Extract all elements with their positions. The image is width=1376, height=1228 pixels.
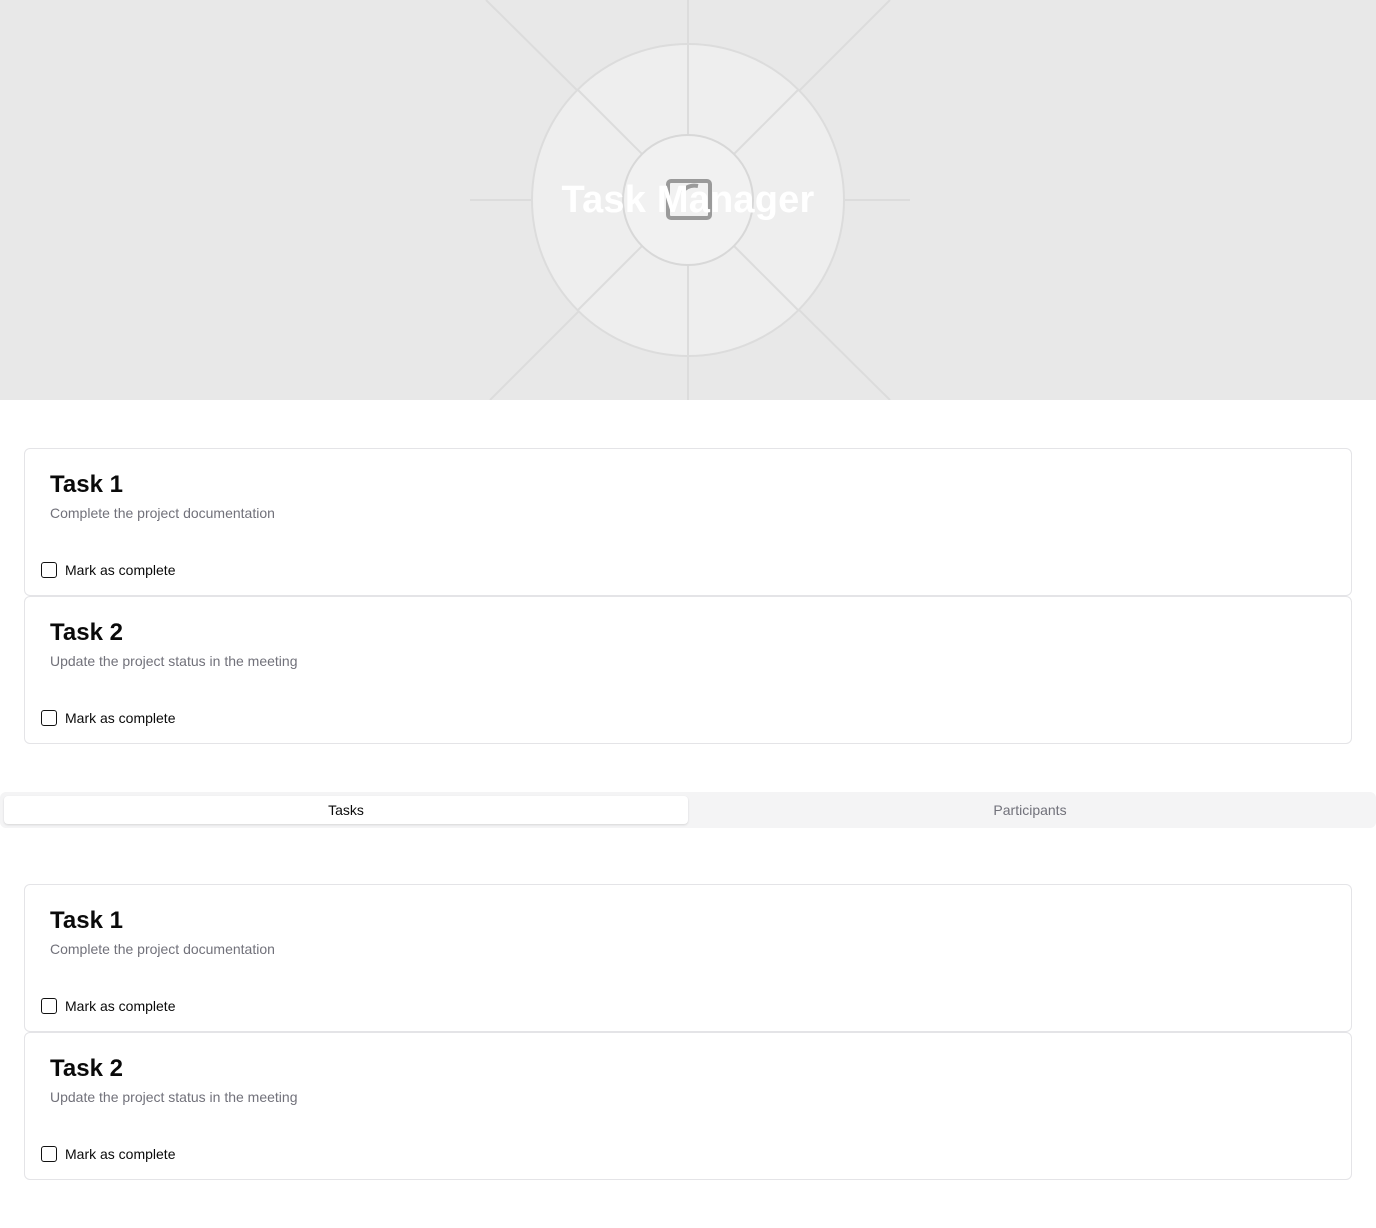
task-description: Update the project status in the meeting	[50, 1089, 298, 1105]
task-title: Task 2	[50, 619, 123, 646]
mark-complete-control[interactable]: Mark as complete	[41, 709, 175, 727]
task-description: Update the project status in the meeting	[50, 653, 298, 669]
complete-checkbox[interactable]	[41, 562, 57, 578]
task-card: Task 2 Update the project status in the …	[24, 1032, 1352, 1180]
task-title: Task 1	[50, 907, 123, 934]
task-title: Task 2	[50, 1055, 123, 1082]
mark-complete-label[interactable]: Mark as complete	[65, 1145, 175, 1163]
mark-complete-label[interactable]: Mark as complete	[65, 561, 175, 579]
tabs-bar: Tasks Participants	[0, 792, 1376, 828]
page-title: Task Manager	[561, 179, 815, 221]
tab-participants[interactable]: Participants	[688, 796, 1372, 824]
task-card: Task 1 Complete the project documentatio…	[24, 448, 1352, 596]
complete-checkbox[interactable]	[41, 1146, 57, 1162]
mark-complete-label[interactable]: Mark as complete	[65, 709, 175, 727]
complete-checkbox[interactable]	[41, 710, 57, 726]
task-description: Complete the project documentation	[50, 505, 275, 521]
mark-complete-control[interactable]: Mark as complete	[41, 1145, 175, 1163]
tab-tasks[interactable]: Tasks	[4, 796, 688, 824]
task-description: Complete the project documentation	[50, 941, 275, 957]
mark-complete-control[interactable]: Mark as complete	[41, 997, 175, 1015]
task-card: Task 1 Complete the project documentatio…	[24, 884, 1352, 1032]
mark-complete-control[interactable]: Mark as complete	[41, 561, 175, 579]
task-list-bottom: Task 1 Complete the project documentatio…	[24, 884, 1352, 1180]
complete-checkbox[interactable]	[41, 998, 57, 1014]
mark-complete-label[interactable]: Mark as complete	[65, 997, 175, 1015]
hero-banner: Task Manager	[0, 0, 1376, 400]
task-card: Task 2 Update the project status in the …	[24, 596, 1352, 744]
task-title: Task 1	[50, 471, 123, 498]
task-list-top: Task 1 Complete the project documentatio…	[24, 448, 1352, 744]
